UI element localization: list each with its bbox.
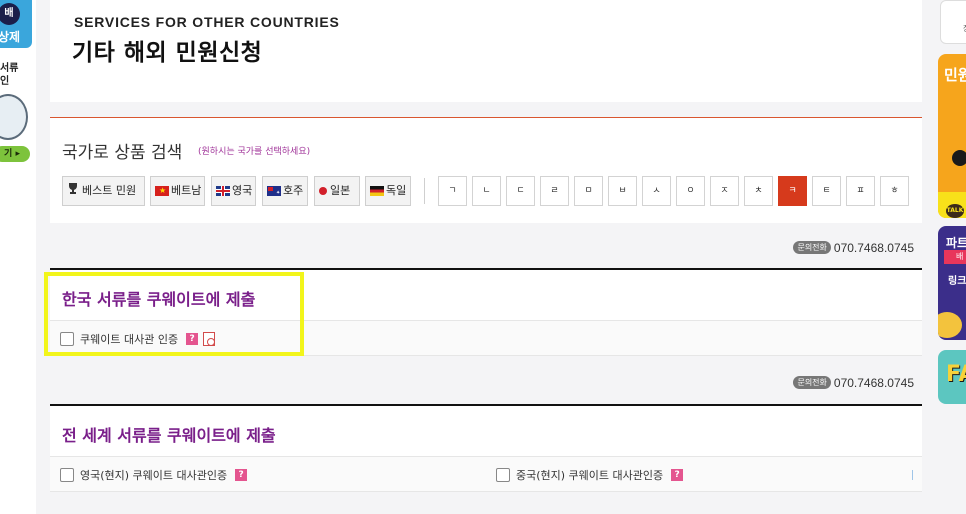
help-icon[interactable]: ? [186,332,199,345]
country-label: 영국 [232,184,253,197]
japan-flag-icon [319,187,327,195]
consonant-button[interactable]: ㄹ [540,176,569,206]
vietnam-flag-icon: ★ [155,186,169,196]
consonant-button[interactable]: ㅂ [608,176,637,206]
consonant-button[interactable]: ㅈ [710,176,739,206]
country-button-vietnam[interactable]: ★ 베트남 [150,176,205,206]
country-label: 호주 [283,184,304,197]
left-banner-badge: 배 [0,3,20,25]
right-banner-box[interactable]: 장 [940,0,966,44]
product-label: 영국(현지) 쿠웨이트 대사관인증 [80,468,228,482]
document-search-icon[interactable] [203,331,216,346]
phone-badge: 문의전화 [793,241,831,255]
divider [424,178,425,204]
kakaotalk-icon: TALK [946,204,964,218]
contact-phone: 문의전화 070.7468.0745 [793,375,914,391]
country-button-australia[interactable]: ✦ 호주 [262,176,308,206]
left-side-banner[interactable]: 배 상제 서류 인 기 ▸ [0,0,36,514]
country-button-uk[interactable]: 영국 [211,176,256,206]
country-label: 독일 [386,184,407,197]
phone-badge: 문의전화 [793,376,831,390]
kakaotalk-button[interactable]: TALK [938,192,966,218]
left-banner-top[interactable]: 배 상제 [0,0,32,48]
section-title: 한국 서류를 쿠웨이트에 제출 [62,290,256,309]
consonant-button[interactable]: ㄱ [438,176,467,206]
coin-icon [938,312,962,338]
country-button-germany[interactable]: 독일 [365,176,411,206]
phone-number: 070.7468.0745 [833,375,914,390]
right-side-banner[interactable]: 장 민원 TALK 파트 배 링크 FA [938,0,966,514]
product-label: 중국(현지) 쿠웨이트 대사관인증 [516,468,664,482]
left-banner-line: 상제 [0,30,21,44]
consonant-button[interactable]: ㅅ [642,176,671,206]
product-section-korea: 한국 서류를 쿠웨이트에 제출 쿠웨이트 대사관 인증 ? [50,268,922,356]
consonant-button[interactable]: ㅌ [812,176,841,206]
right-banner-promo-text: 민원 [944,66,966,84]
country-search-panel: 국가로 상품 검색 (원하시는 국가를 선택하세요) 베스트 민원 ★ 베트남 영… [50,117,922,223]
product-item[interactable]: 중국(현지) 쿠웨이트 대사관인증 ? [496,457,684,492]
partner-banner-sub: 링크 [948,276,966,287]
product-label: 쿠웨이트 대사관 인증 [80,332,179,346]
section-title: 전 세계 서류를 쿠웨이트에 제출 [62,426,276,445]
left-banner-text: 서류 인 [0,63,19,87]
country-button-best[interactable]: 베스트 민원 [62,176,145,206]
help-icon[interactable]: ? [235,468,248,481]
consonant-button[interactable]: ㅊ [744,176,773,206]
partner-banner-title: 파트 [946,236,966,250]
partner-banner-ribbon: 배 [944,250,966,264]
search-title: 국가로 상품 검색 [62,143,183,163]
product-item[interactable]: 영국(현지) 쿠웨이트 대사관인증 ? [60,457,248,492]
product-row: 영국(현지) 쿠웨이트 대사관인증 ? 중국(현지) 쿠웨이트 대사관인증 ? [50,457,922,492]
country-label: 베트남 [171,184,202,197]
product-section-worldwide: 전 세계 서류를 쿠웨이트에 제출 영국(현지) 쿠웨이트 대사관인증 ? 중국… [50,404,922,492]
consonant-button[interactable]: ㄴ [472,176,501,206]
product-checkbox[interactable] [496,467,510,482]
mascot-image [0,94,28,140]
page-title: 기타 해외 민원신청 [72,40,263,66]
scroll-marker [912,470,913,480]
product-item[interactable]: 쿠웨이트 대사관 인증 ? [60,321,216,356]
consonant-button[interactable]: ㅎ [880,176,909,206]
page: 배 상제 서류 인 기 ▸ SERVICES FOR OTHER COUNTRIE… [0,0,966,514]
consonant-button[interactable]: ㅍ [846,176,875,206]
partner-banner[interactable]: 파트 배 링크 [938,226,966,340]
product-checkbox[interactable] [60,467,74,482]
country-label: 베스트 민원 [82,184,137,197]
product-row: 쿠웨이트 대사관 인증 ? [50,321,922,356]
country-button-japan[interactable]: 일본 [314,176,360,206]
right-banner-promo[interactable]: 민원 TALK [938,54,966,218]
germany-flag-icon [370,186,384,196]
help-icon[interactable]: ? [671,468,684,481]
uk-flag-icon [216,186,230,196]
left-banner-button[interactable]: 기 ▸ [0,146,30,162]
product-checkbox[interactable] [60,331,74,346]
phone-number: 070.7468.0745 [833,240,914,255]
consonant-button[interactable]: ㅇ [676,176,705,206]
consonant-button[interactable]: ㄷ [506,176,535,206]
star-icon [952,150,966,166]
trophy-icon [67,177,79,205]
section-header: 한국 서류를 쿠웨이트에 제출 [50,270,922,321]
australia-flag-icon: ✦ [267,186,281,196]
contact-phone: 문의전화 070.7468.0745 [793,240,914,256]
consonant-button[interactable]: ㅁ [574,176,603,206]
header-subtitle: SERVICES FOR OTHER COUNTRIES [74,14,340,30]
section-header: 전 세계 서류를 쿠웨이트에 제출 [50,406,922,457]
search-hint: (원하시는 국가를 선택하세요) [198,147,311,157]
page-header: SERVICES FOR OTHER COUNTRIES 기타 해외 민원신청 [50,0,922,102]
country-label: 일본 [330,184,351,197]
faq-banner[interactable]: FA [938,350,966,404]
consonant-button-active[interactable]: ㅋ [778,176,807,206]
